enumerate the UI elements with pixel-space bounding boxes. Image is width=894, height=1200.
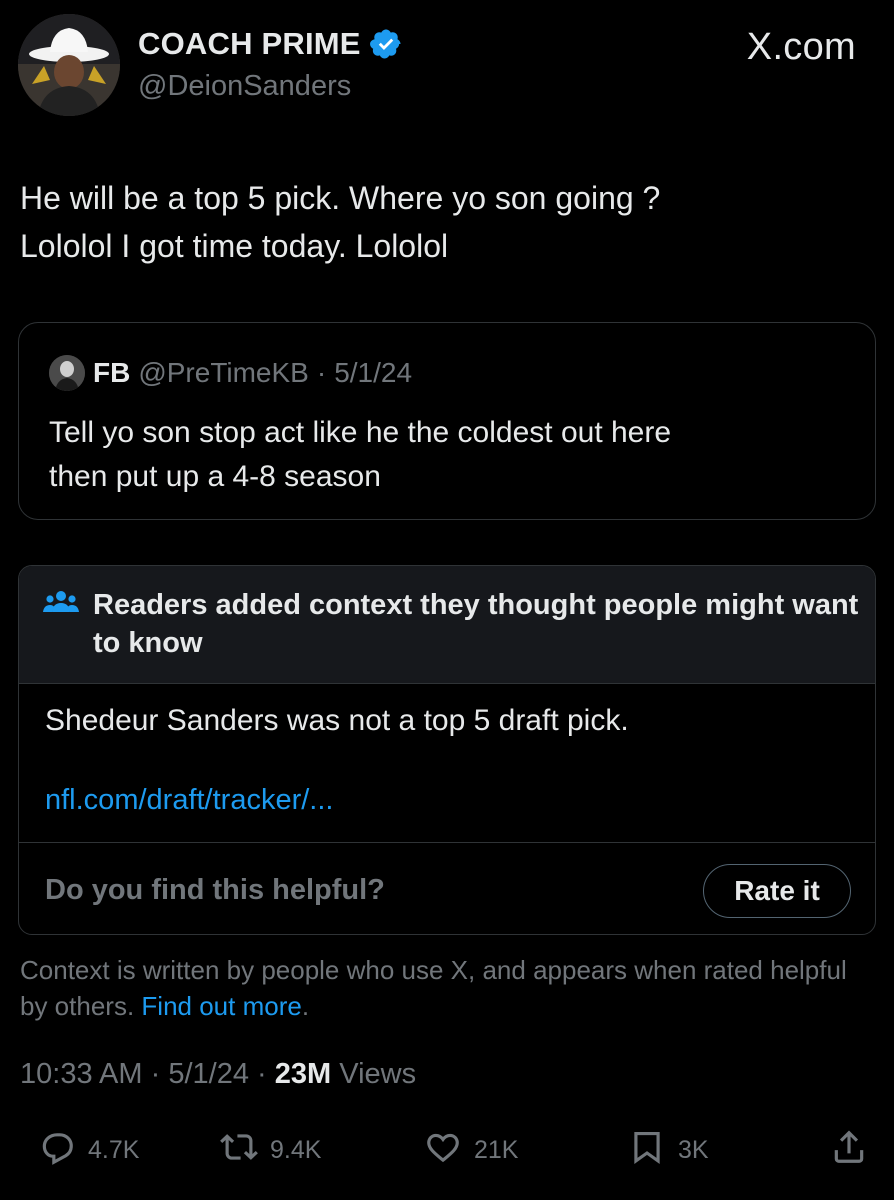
quoted-author-handle[interactable]: @PreTimeKB: [138, 357, 309, 389]
repost-icon: [220, 1128, 258, 1173]
like-button[interactable]: 21K: [424, 1128, 518, 1173]
action-bar: 4.7K 9.4K 21K 3K: [0, 1128, 894, 1176]
community-note-footer-end: .: [301, 991, 310, 1021]
tweet-date[interactable]: 5/1/24: [168, 1058, 249, 1090]
author-display-name[interactable]: COACH PRIME: [138, 26, 361, 62]
like-icon: [424, 1128, 462, 1173]
share-button[interactable]: [830, 1128, 868, 1173]
quoted-tweet-text: Tell yo son stop act like he the coldest…: [49, 416, 672, 493]
author-avatar[interactable]: [18, 14, 120, 116]
helpful-question: Do you find this helpful?: [45, 874, 385, 906]
quoted-separator: ·: [316, 357, 327, 388]
quoted-date[interactable]: 5/1/24: [334, 357, 412, 389]
bookmark-button[interactable]: 3K: [628, 1128, 709, 1173]
repost-count: 9.4K: [270, 1136, 322, 1164]
meta-separator-1: ·: [150, 1058, 161, 1090]
community-note-title: Readers added context they thought peopl…: [93, 589, 859, 659]
like-count: 21K: [474, 1136, 519, 1164]
author-handle[interactable]: @DeionSanders: [138, 70, 351, 103]
rate-it-button[interactable]: Rate it: [703, 864, 851, 918]
views-label: Views: [339, 1058, 417, 1090]
site-brand: X.com: [746, 26, 856, 68]
author-name-row[interactable]: COACH PRIME: [138, 26, 403, 62]
tweet-screen: COACH PRIME @DeionSanders X.com He will …: [0, 0, 894, 1200]
reply-button[interactable]: 4.7K: [38, 1128, 139, 1173]
bookmark-count: 3K: [678, 1136, 709, 1164]
community-note-body: Shedeur Sanders was not a top 5 draft pi…: [45, 704, 629, 737]
tweet-time[interactable]: 10:33 AM: [20, 1058, 143, 1090]
meta-separator-2: ·: [257, 1058, 267, 1090]
tweet-text: He will be a top 5 pick. Where yo son go…: [20, 180, 661, 264]
quoted-tweet[interactable]: FB @PreTimeKB · 5/1/24 Tell yo son stop …: [18, 322, 876, 520]
share-icon: [830, 1128, 868, 1173]
find-out-more-link[interactable]: Find out more: [141, 991, 301, 1021]
verified-badge-icon: [369, 27, 403, 61]
community-note-footer: Context is written by people who use X, …: [20, 952, 870, 1024]
views-count: 23M: [274, 1058, 332, 1090]
tweet-meta: 10:33 AM · 5/1/24 · 23M Views: [20, 1058, 416, 1091]
reply-icon: [38, 1128, 76, 1173]
readers-icon: [43, 588, 79, 618]
quoted-tweet-header: FB @PreTimeKB · 5/1/24: [49, 355, 412, 391]
community-note-link[interactable]: nfl.com/draft/tracker/...: [45, 784, 333, 817]
community-note-header: Readers added context they thought peopl…: [19, 566, 875, 684]
bookmark-icon: [628, 1128, 666, 1173]
repost-button[interactable]: 9.4K: [220, 1128, 321, 1173]
community-note-divider: [19, 842, 875, 843]
community-note: Readers added context they thought peopl…: [18, 565, 876, 935]
reply-count: 4.7K: [88, 1136, 140, 1164]
quoted-author-name[interactable]: FB: [93, 357, 130, 389]
quoted-author-avatar[interactable]: [49, 355, 85, 391]
